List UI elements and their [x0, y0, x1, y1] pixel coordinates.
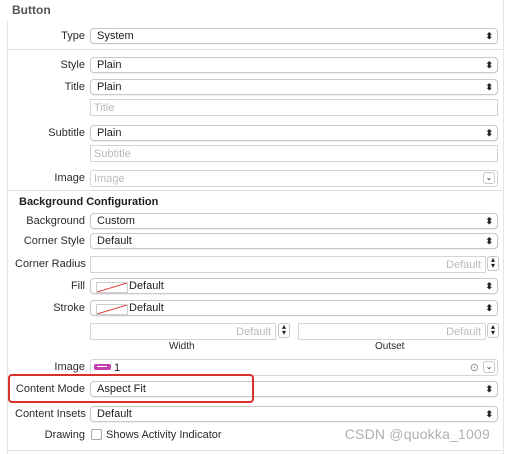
corner-radius-label: Corner Radius: [15, 258, 86, 270]
activity-indicator-checkbox[interactable]: [91, 429, 102, 440]
chevron-up-down-icon: ⬍: [485, 31, 493, 41]
title-placeholder: Title: [94, 102, 115, 114]
title-label: Title: [64, 81, 85, 93]
subtitle-value: Plain: [97, 127, 122, 139]
chevron-up-down-icon: ⬍: [485, 384, 493, 394]
width-field[interactable]: Default: [90, 323, 276, 340]
stroke-value: Default: [129, 302, 164, 314]
image-swatch-icon: [94, 364, 111, 370]
image-combo[interactable]: Image ⌄: [90, 170, 498, 187]
outset-stepper[interactable]: ▴ ▾: [487, 323, 499, 338]
background-value: Custom: [97, 215, 135, 227]
divider: [8, 49, 502, 50]
fill-value: Default: [129, 280, 164, 292]
chevron-up-down-icon: ⬍: [485, 281, 493, 291]
title-popup[interactable]: Plain ⬍: [90, 79, 498, 95]
title-value: Plain: [97, 81, 122, 93]
outset-field[interactable]: Default: [298, 323, 486, 340]
style-value: Plain: [97, 59, 122, 71]
chevron-up-down-icon: ⬍: [485, 216, 493, 226]
corner-style-popup[interactable]: Default ⬍: [90, 233, 498, 249]
chevron-down-icon[interactable]: ⌄: [483, 361, 495, 373]
content-insets-popup[interactable]: Default ⬍: [90, 406, 498, 422]
corner-radius-placeholder: Default: [446, 259, 481, 271]
fill-label: Fill: [70, 280, 85, 292]
style-popup[interactable]: Plain ⬍: [90, 57, 498, 73]
image-placeholder: Image: [94, 173, 125, 185]
corner-radius-stepper[interactable]: ▴ ▾: [487, 256, 499, 271]
panel-right-border: [503, 0, 504, 454]
watermark: CSDN @quokka_1009: [344, 426, 490, 442]
chevron-down-icon[interactable]: ⌄: [483, 172, 495, 184]
subtitle-popup[interactable]: Plain ⬍: [90, 125, 498, 141]
corner-radius-field[interactable]: Default: [90, 256, 486, 273]
width-placeholder: Default: [236, 326, 271, 338]
width-stepper[interactable]: ▴ ▾: [278, 323, 290, 338]
chevron-up-down-icon: ⬍: [485, 82, 493, 92]
type-value: System: [97, 30, 134, 42]
chevron-up-down-icon: ⬍: [485, 236, 493, 246]
width-caption: Width: [169, 341, 195, 352]
bg-image-value: 1: [114, 362, 121, 374]
outset-caption: Outset: [375, 341, 405, 352]
stroke-swatch: [96, 304, 128, 315]
content-insets-value: Default: [97, 408, 132, 420]
content-mode-highlight: [8, 374, 254, 403]
subtitle-label: Subtitle: [48, 127, 85, 139]
image-label: Image: [54, 172, 85, 184]
chevron-up-down-icon: ⬍: [485, 128, 493, 138]
bg-image-label: Image: [54, 361, 85, 373]
type-label: Type: [61, 30, 85, 42]
attributes-inspector: Button Type System ⬍ Style Plain ⬍ Title…: [0, 0, 506, 454]
chevron-up-down-icon: ⬍: [485, 303, 493, 313]
stroke-popup[interactable]: Default ⬍: [90, 300, 498, 316]
subtitle-field[interactable]: Subtitle: [90, 145, 498, 162]
background-popup[interactable]: Custom ⬍: [90, 213, 498, 229]
stroke-label: Stroke: [53, 302, 85, 314]
divider: [8, 450, 502, 451]
style-label: Style: [60, 59, 85, 71]
fill-swatch: [96, 282, 128, 293]
corner-style-value: Default: [97, 235, 132, 247]
divider: [8, 190, 502, 191]
drawing-label: Drawing: [44, 429, 85, 441]
chevron-up-down-icon: ⬍: [485, 409, 493, 419]
type-popup[interactable]: System ⬍: [90, 28, 498, 44]
circle-icon[interactable]: ⊙: [470, 361, 479, 374]
activity-indicator-label[interactable]: Shows Activity Indicator: [106, 429, 222, 441]
bg-config-title: Background Configuration: [19, 196, 159, 208]
outset-placeholder: Default: [446, 326, 481, 338]
content-insets-label: Content Insets: [15, 408, 86, 420]
section-title: Button: [12, 3, 51, 17]
corner-style-label: Corner Style: [23, 235, 85, 247]
subtitle-placeholder: Subtitle: [94, 148, 131, 160]
fill-popup[interactable]: Default ⬍: [90, 278, 498, 294]
title-field[interactable]: Title: [90, 99, 498, 116]
background-label: Background: [26, 215, 85, 227]
chevron-up-down-icon: ⬍: [485, 60, 493, 70]
